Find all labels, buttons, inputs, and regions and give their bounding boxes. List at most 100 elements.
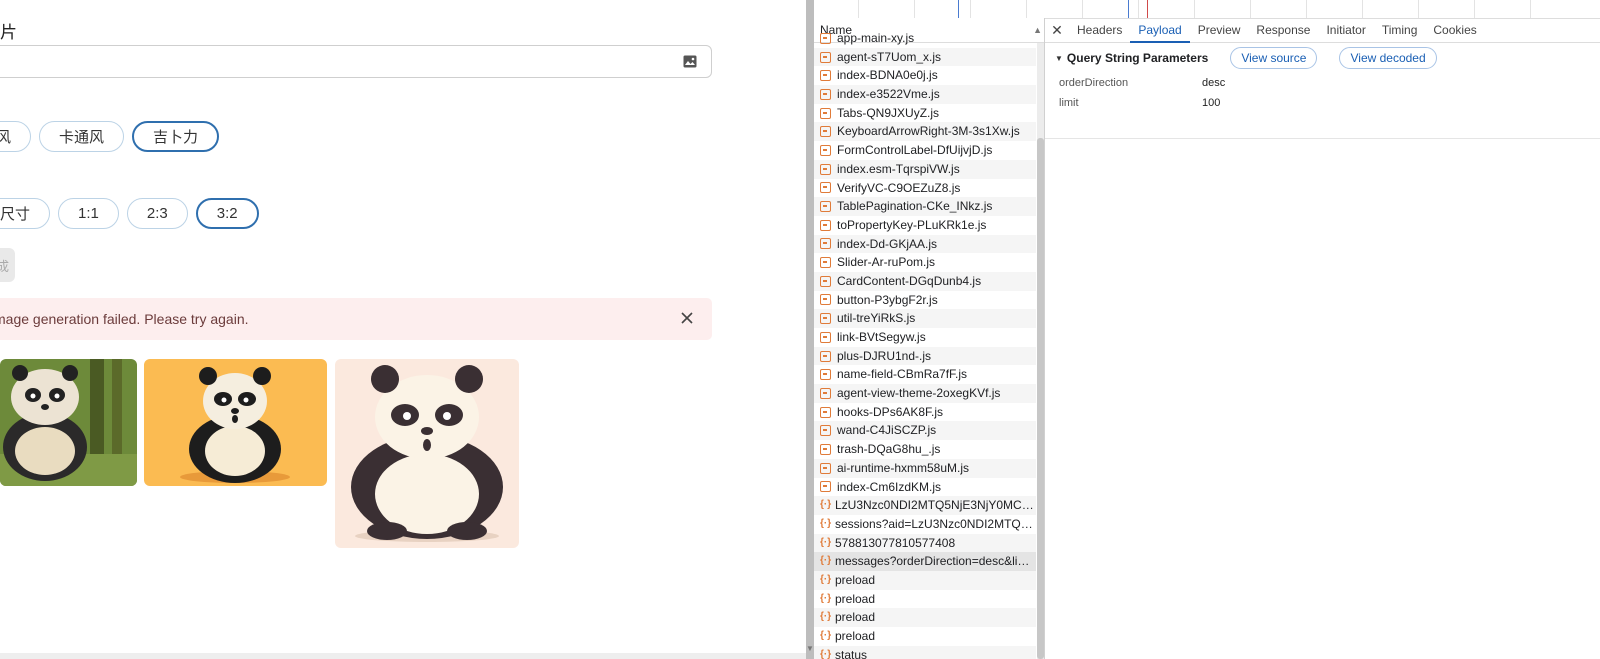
request-row[interactable]: {·} 578813077810577408 bbox=[814, 533, 1036, 553]
script-file-icon bbox=[820, 462, 831, 474]
view-source-button[interactable]: View source bbox=[1230, 47, 1318, 69]
section-title: Query String Parameters bbox=[1066, 51, 1209, 65]
request-row[interactable]: link-BVtSegyw.js bbox=[814, 328, 1036, 347]
tab-preview[interactable]: Preview bbox=[1190, 18, 1249, 42]
style-chip-group: 风 卡通风 吉卜力 bbox=[0, 121, 220, 152]
request-row[interactable]: index-BDNA0e0j.js bbox=[814, 66, 1036, 85]
devtools-panel: Name ▲ app-main-xy.js agent-sT7Uom_x.js in… bbox=[814, 0, 1600, 659]
section-divider bbox=[1045, 138, 1600, 139]
close-icon[interactable] bbox=[680, 311, 694, 325]
request-row[interactable]: button-P3ybgF2r.js bbox=[814, 291, 1036, 310]
tab-initiator[interactable]: Initiator bbox=[1318, 18, 1373, 42]
ratio-chip-3-2[interactable]: 3:2 bbox=[195, 198, 259, 229]
script-file-icon bbox=[820, 163, 831, 175]
style-chip-0[interactable]: 风 bbox=[0, 121, 32, 152]
scrollbar-thumb[interactable] bbox=[1037, 138, 1044, 659]
request-row[interactable]: util-treYiRkS.js bbox=[814, 309, 1036, 328]
query-params-section[interactable]: ▼ Query String Parameters View source Vi… bbox=[1045, 43, 1600, 73]
request-row[interactable]: app-main-xy.js bbox=[814, 29, 1036, 48]
request-name: preload bbox=[835, 610, 876, 625]
request-row[interactable]: index-Cm6IzdKM.js bbox=[814, 478, 1036, 497]
style-chip-cartoon[interactable]: 卡通风 bbox=[39, 121, 125, 152]
param-value: 100 bbox=[1202, 97, 1221, 109]
ratio-chip-1-1[interactable]: 1:1 bbox=[58, 198, 119, 229]
prompt-image-input[interactable] bbox=[0, 45, 712, 78]
request-name: hooks-DPs6AK8F.js bbox=[837, 404, 944, 419]
script-file-icon bbox=[820, 182, 831, 194]
request-name: trash-DQaG8hu_.js bbox=[837, 442, 941, 457]
request-row[interactable]: ai-runtime-hxmm58uM.js bbox=[814, 458, 1036, 478]
request-row[interactable]: {·} preload bbox=[814, 608, 1036, 627]
request-list: Name ▲ app-main-xy.js agent-sT7Uom_x.js in… bbox=[814, 18, 1045, 659]
request-row[interactable]: {·} messages?orderDirection=desc&limit... bbox=[814, 552, 1036, 571]
request-row[interactable]: {·} sessions?aid=LzU3Nzc0NDI2MTQ5Nj... bbox=[814, 515, 1036, 534]
script-file-icon bbox=[820, 219, 831, 231]
request-row[interactable]: plus-DJRU1nd-.js bbox=[814, 346, 1036, 366]
tab-response[interactable]: Response bbox=[1248, 18, 1318, 42]
fetch-request-icon: {·} bbox=[820, 573, 832, 585]
image-icon[interactable] bbox=[683, 55, 697, 68]
view-decoded-button[interactable]: View decoded bbox=[1339, 47, 1437, 69]
ratio-chip-2-3[interactable]: 2:3 bbox=[126, 198, 188, 229]
request-row[interactable]: FormControlLabel-DfUijvjD.js bbox=[814, 141, 1036, 160]
fetch-request-icon: {·} bbox=[820, 517, 832, 529]
request-row[interactable]: {·} preload bbox=[814, 570, 1036, 590]
fetch-request-icon: {·} bbox=[820, 592, 832, 604]
tab-payload[interactable]: Payload bbox=[1130, 18, 1191, 43]
request-row[interactable]: {·} status bbox=[814, 645, 1036, 659]
request-row[interactable]: {·} preload bbox=[814, 627, 1036, 646]
close-icon[interactable]: ✕ bbox=[1045, 22, 1069, 39]
request-rows: app-main-xy.js agent-sT7Uom_x.js index-BDN… bbox=[814, 29, 1036, 659]
request-name: status bbox=[835, 647, 868, 659]
request-row[interactable]: CardContent-DGqDunb4.js bbox=[814, 271, 1036, 291]
request-row[interactable]: hooks-DPs6AK8F.js bbox=[814, 403, 1036, 422]
collapse-triangle-icon[interactable]: ▼ bbox=[1055, 54, 1063, 63]
generate-button[interactable]: 成 bbox=[0, 248, 15, 282]
request-name: util-treYiRkS.js bbox=[837, 311, 916, 326]
request-list-scrollbar[interactable] bbox=[1037, 43, 1044, 659]
result-image-3[interactable] bbox=[335, 359, 519, 548]
devtools-splitter[interactable]: ▼ bbox=[806, 0, 814, 659]
result-image-2[interactable] bbox=[144, 359, 327, 486]
network-timeline[interactable] bbox=[814, 0, 1600, 19]
ratio-chip-size[interactable]: 尺寸 bbox=[0, 198, 51, 229]
request-row[interactable]: agent-sT7Uom_x.js bbox=[814, 47, 1036, 67]
request-row[interactable]: KeyboardArrowRight-3M-3s1Xw.js bbox=[814, 122, 1036, 142]
fetch-request-icon: {·} bbox=[820, 611, 832, 623]
style-chip-ghibli[interactable]: 吉卜力 bbox=[132, 121, 220, 152]
request-row[interactable]: Tabs-QN9JXUyZ.js bbox=[814, 104, 1036, 123]
request-row[interactable]: index-e3522Vme.js bbox=[814, 85, 1036, 104]
request-row[interactable]: index.esm-TqrspiVW.js bbox=[814, 159, 1036, 179]
script-file-icon bbox=[820, 481, 831, 493]
request-name: toPropertyKey-PLuKRk1e.js bbox=[837, 217, 987, 232]
request-row[interactable]: trash-DQaG8hu_.js bbox=[814, 440, 1036, 459]
error-alert: mage generation failed. Please try again… bbox=[0, 298, 712, 340]
request-row[interactable]: TablePagination-CKe_INkz.js bbox=[814, 197, 1036, 216]
request-row[interactable]: {·} LzU3Nzc0NDI2MTQ5NjE3NjY0MC9tY... bbox=[814, 496, 1036, 515]
request-row[interactable]: agent-view-theme-2oxegKVf.js bbox=[814, 384, 1036, 403]
scroll-down-icon[interactable]: ▼ bbox=[806, 644, 814, 653]
request-row[interactable]: VerifyVC-C9OEZuZ8.js bbox=[814, 179, 1036, 198]
request-row[interactable]: wand-C4JiSCZP.js bbox=[814, 421, 1036, 441]
tab-cookies[interactable]: Cookies bbox=[1425, 18, 1484, 42]
result-image-1[interactable] bbox=[0, 359, 137, 486]
panda-orange-image bbox=[144, 359, 327, 486]
request-name: CardContent-DGqDunb4.js bbox=[837, 273, 982, 288]
request-row[interactable]: toPropertyKey-PLuKRk1e.js bbox=[814, 216, 1036, 235]
tab-headers[interactable]: Headers bbox=[1069, 18, 1130, 42]
script-file-icon bbox=[820, 144, 831, 156]
param-row: orderDirection desc bbox=[1059, 73, 1600, 93]
alert-message: mage generation failed. Please try again… bbox=[0, 311, 249, 327]
fetch-request-icon: {·} bbox=[820, 555, 832, 567]
request-name: button-P3ybgF2r.js bbox=[837, 292, 938, 307]
request-row[interactable]: name-field-CBmRa7fF.js bbox=[814, 365, 1036, 384]
request-row[interactable]: Slider-Ar-ruPom.js bbox=[814, 253, 1036, 272]
panda-cream-image bbox=[335, 359, 519, 548]
param-value: desc bbox=[1202, 77, 1226, 89]
request-row[interactable]: {·} preload bbox=[814, 590, 1036, 609]
request-name: name-field-CBmRa7fF.js bbox=[837, 367, 968, 382]
tab-timing[interactable]: Timing bbox=[1374, 18, 1426, 42]
param-row: limit 100 bbox=[1059, 93, 1600, 113]
request-name: KeyboardArrowRight-3M-3s1Xw.js bbox=[837, 124, 1020, 139]
request-row[interactable]: index-Dd-GKjAA.js bbox=[814, 234, 1036, 254]
